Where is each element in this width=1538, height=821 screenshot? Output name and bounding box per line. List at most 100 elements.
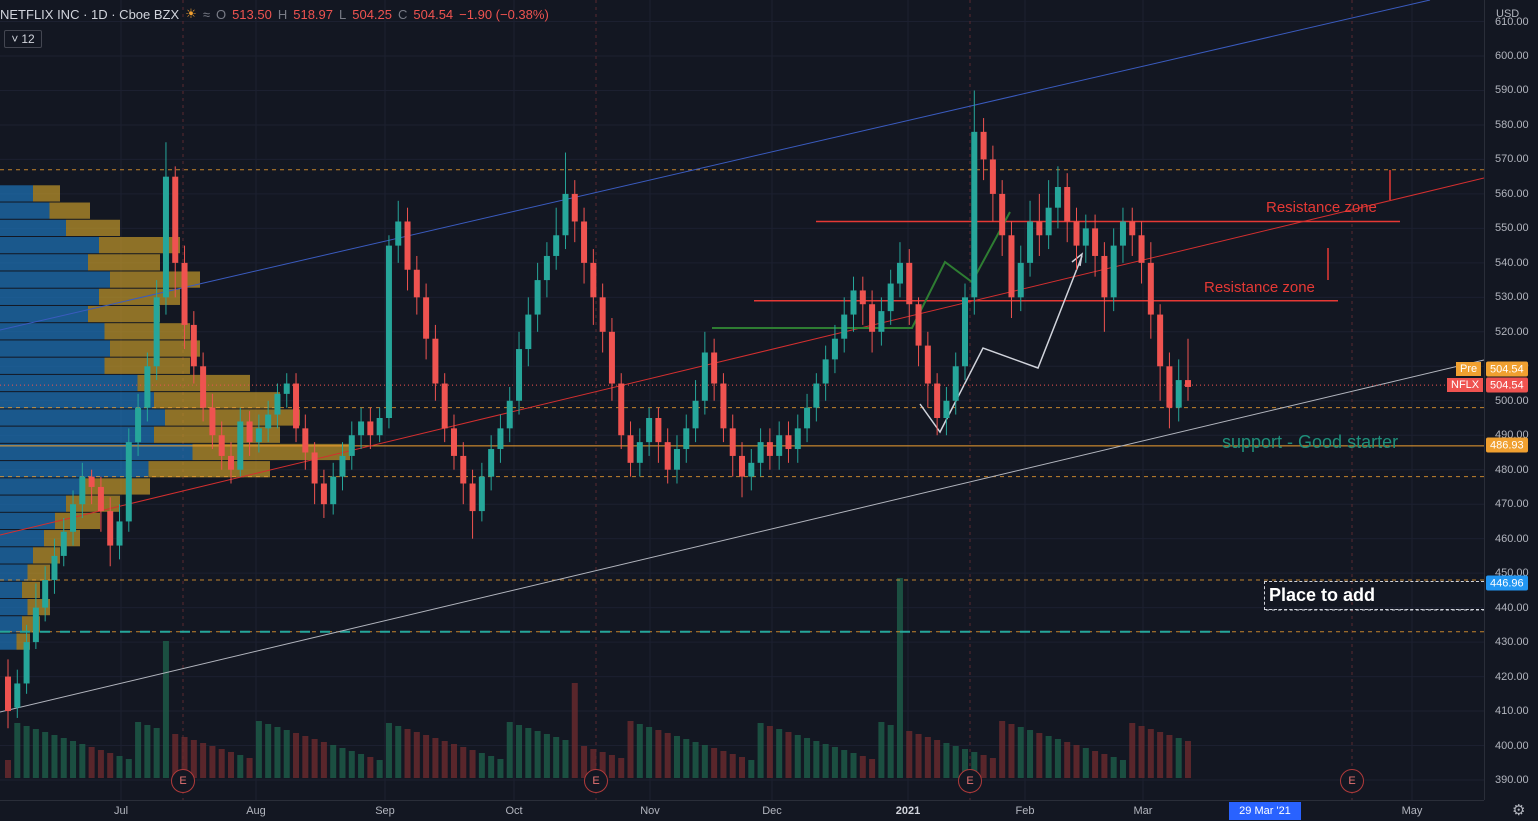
volume-bar [107, 753, 114, 778]
candle-body [413, 269, 420, 298]
candle-body [720, 383, 727, 429]
open-value: 513.50 [232, 6, 272, 22]
time-tick: Mar [1133, 805, 1153, 817]
resistance-zone-upper-label[interactable]: Resistance zone [1266, 199, 1377, 216]
volume-profile-bar [0, 237, 99, 254]
chevron-down-icon: ˅ [11, 32, 19, 46]
volume-bar [822, 744, 829, 778]
time-tick: Oct [505, 805, 523, 817]
candle-body [255, 428, 262, 443]
volume-bar [1147, 729, 1154, 778]
candle-body [32, 607, 39, 643]
volume-bar [1101, 754, 1108, 778]
resistance-zone-lower-label[interactable]: Resistance zone [1204, 279, 1315, 296]
price-tick: 410.00 [1495, 705, 1529, 718]
volume-profile-bar [0, 512, 55, 530]
candle-body [878, 311, 885, 332]
candle-body [283, 383, 290, 394]
volume-bar [1138, 726, 1145, 778]
volume-bar [841, 750, 848, 778]
volume-bar [813, 741, 820, 778]
volume-bar [1073, 745, 1080, 778]
volume-bar [32, 729, 39, 778]
candle-body [181, 262, 188, 325]
candle-body [934, 383, 941, 418]
support-label[interactable]: support - Good starter [1222, 432, 1398, 453]
symbol-title[interactable]: NETFLIX INC · 1D · Cboe BZX [0, 7, 179, 22]
candle-body [450, 428, 457, 456]
candle-body [51, 555, 58, 581]
candle-body [646, 418, 653, 443]
volume-bar [302, 736, 309, 778]
candle-body [692, 400, 699, 429]
earnings-marker[interactable]: E [171, 769, 195, 793]
volume-profile-bar [22, 581, 40, 598]
candle-body [376, 418, 383, 436]
volume-bar [469, 750, 476, 778]
volume-profile-bar [0, 633, 17, 650]
trend-lines [0, 0, 1484, 713]
volume-profile-bar [0, 202, 50, 219]
volume-bar [757, 723, 764, 778]
place-to-add-label: Place to add [1269, 585, 1376, 605]
candle-body [562, 193, 569, 236]
interval-selector[interactable]: ˅ 12 [4, 30, 42, 48]
volume-bar [51, 735, 58, 778]
candle-body [348, 435, 355, 456]
volume-bar [525, 728, 532, 778]
candle-body [776, 435, 783, 456]
earnings-marker[interactable]: E [1340, 769, 1364, 793]
volume-bar [915, 734, 922, 778]
price-tick: 500.00 [1495, 394, 1529, 407]
candle-body [14, 683, 21, 708]
candle-body [5, 676, 11, 712]
price-axis[interactable]: 610.00 600.00 590.00 580.00 570.00 560.00 550.… [1484, 0, 1538, 800]
candle-body [274, 393, 281, 415]
candle-body [869, 304, 876, 332]
price-tick: 460.00 [1495, 532, 1529, 545]
volume-bar [896, 578, 903, 778]
volume-profile-bar [0, 392, 154, 409]
volume-bar [1045, 736, 1052, 778]
volume-bar [794, 735, 801, 778]
volume-bar [441, 741, 448, 778]
candle-body [1045, 207, 1052, 236]
earnings-marker[interactable]: E [958, 769, 982, 793]
volume-bar [218, 749, 225, 778]
candle-body [785, 435, 792, 450]
symbol-label-tag: NFLX [1447, 378, 1484, 392]
candle-body [952, 366, 959, 401]
candle-body [636, 442, 643, 463]
low-label: L [339, 6, 347, 22]
candle-body [320, 483, 327, 505]
volume-bar [980, 755, 987, 778]
candle-body [1036, 221, 1043, 236]
volume-bar [488, 756, 495, 778]
price-tick: 590.00 [1495, 84, 1529, 97]
candle-body [943, 400, 950, 418]
candle-body [1073, 221, 1080, 246]
candle-body [1027, 221, 1034, 263]
pre-label-tag: Pre [1456, 362, 1482, 376]
price-chart[interactable] [0, 0, 1484, 800]
volume-bar [673, 736, 680, 778]
volume-bar [395, 726, 402, 778]
volume-bar [265, 724, 272, 778]
volume-bar [692, 742, 699, 778]
volume-bar [320, 742, 327, 778]
earnings-marker[interactable]: E [584, 769, 608, 793]
volume-bar [924, 737, 931, 778]
wave-icon[interactable]: ≈ [203, 7, 210, 22]
sun-cloud-icon[interactable]: ☀ [185, 6, 197, 22]
candle-body [989, 159, 996, 194]
candle-body [237, 421, 244, 470]
currency-label[interactable]: USD [1496, 8, 1519, 20]
place-to-add-box[interactable]: Place to add [1264, 581, 1484, 610]
crosshair-date-tag: 29 Mar '21 [1229, 802, 1301, 820]
volume-bar [293, 733, 300, 778]
volume-bar [943, 743, 950, 778]
volume-bar [385, 723, 392, 778]
volume-bar [432, 738, 439, 778]
gear-icon[interactable]: ⚙ [1512, 801, 1525, 819]
volume-bar [97, 750, 104, 778]
